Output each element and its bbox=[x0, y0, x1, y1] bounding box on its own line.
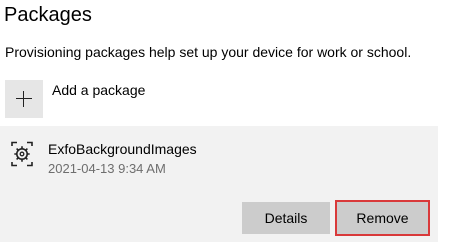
package-gear-icon bbox=[11, 141, 33, 167]
plus-icon bbox=[5, 80, 43, 118]
package-name: ExfoBackgroundImages bbox=[48, 141, 197, 157]
add-package-button[interactable]: Add a package bbox=[5, 80, 205, 118]
remove-button-label: Remove bbox=[356, 210, 409, 226]
package-item[interactable]: ExfoBackgroundImages 2021-04-13 9:34 AM … bbox=[0, 126, 438, 242]
page-title: Packages bbox=[4, 4, 92, 26]
page-description: Provisioning packages help set up your d… bbox=[5, 44, 412, 60]
package-date: 2021-04-13 9:34 AM bbox=[48, 161, 166, 176]
remove-button[interactable]: Remove bbox=[335, 200, 430, 236]
details-button[interactable]: Details bbox=[242, 202, 330, 234]
add-package-label: Add a package bbox=[52, 82, 146, 98]
